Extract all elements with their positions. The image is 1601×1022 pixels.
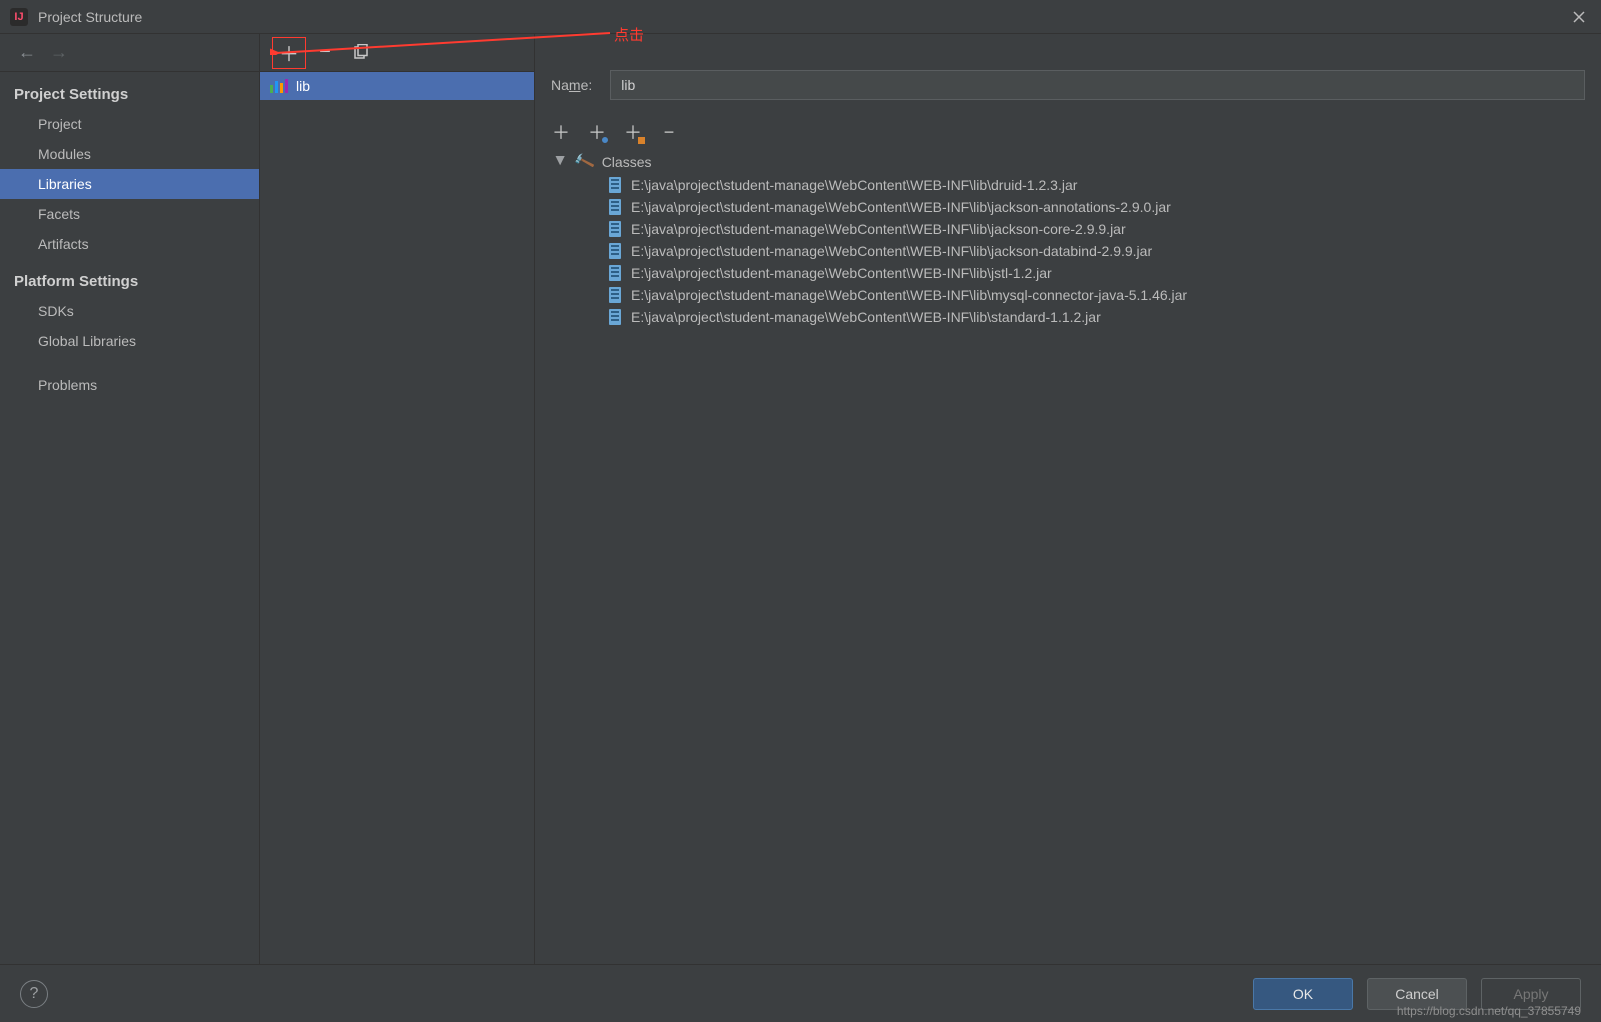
jar-path: E:\java\project\student-manage\WebConten… <box>631 309 1101 325</box>
name-label: Name: <box>551 77 592 93</box>
detail-toolbar: ＋ ＋ ＋ − <box>551 118 1585 150</box>
cancel-button[interactable]: Cancel <box>1367 978 1467 1010</box>
jar-item[interactable]: E:\java\project\student-manage\WebConten… <box>555 284 1585 306</box>
jar-path: E:\java\project\student-manage\WebConten… <box>631 221 1126 237</box>
name-row: Name: <box>551 70 1585 100</box>
jar-icon <box>609 287 621 303</box>
jar-icon <box>609 243 621 259</box>
jar-icon <box>609 199 621 215</box>
dialog-footer: ? OK Cancel Apply <box>0 964 1601 1022</box>
titlebar: IJ Project Structure <box>0 0 1601 34</box>
sidebar-item-sdks[interactable]: SDKs <box>0 296 259 326</box>
library-item-lib[interactable]: lib <box>260 72 534 100</box>
hammer-icon: 🔨 <box>572 150 596 173</box>
jar-item[interactable]: E:\java\project\student-manage\WebConten… <box>555 240 1585 262</box>
remove-item-button[interactable]: − <box>659 122 679 142</box>
jar-item[interactable]: E:\java\project\student-manage\WebConten… <box>555 306 1585 328</box>
sidebar-item-libraries[interactable]: Libraries <box>0 169 259 199</box>
back-icon[interactable]: ← <box>18 42 36 63</box>
jar-path: E:\java\project\student-manage\WebConten… <box>631 177 1077 193</box>
chevron-down-icon: ▶ <box>554 156 568 168</box>
library-tree: ▶ 🔨 Classes E:\java\project\student-mana… <box>551 150 1585 328</box>
apply-button[interactable]: Apply <box>1481 978 1581 1010</box>
jar-icon <box>609 221 621 237</box>
nav-history-arrows: ← → <box>0 34 259 72</box>
sidebar-item-project[interactable]: Project <box>0 109 259 139</box>
jar-item[interactable]: E:\java\project\student-manage\WebConten… <box>555 174 1585 196</box>
jar-item[interactable]: E:\java\project\student-manage\WebConten… <box>555 262 1585 284</box>
tree-node-label: Classes <box>602 154 652 170</box>
jar-path: E:\java\project\student-manage\WebConten… <box>631 287 1187 303</box>
sidebar-item-modules[interactable]: Modules <box>0 139 259 169</box>
close-icon[interactable] <box>1567 5 1591 29</box>
copy-library-button[interactable] <box>348 40 374 66</box>
remove-library-button[interactable]: − <box>312 40 338 66</box>
library-icon <box>270 79 288 93</box>
add-library-button[interactable]: ＋ <box>276 40 302 66</box>
section-title-platform-settings: Platform Settings <box>0 259 259 296</box>
library-list-toolbar: ＋ − <box>260 34 534 72</box>
library-list-panel: ＋ − lib <box>260 34 535 964</box>
jar-item[interactable]: E:\java\project\student-manage\WebConten… <box>555 196 1585 218</box>
name-input[interactable] <box>610 70 1585 100</box>
jar-icon <box>609 265 621 281</box>
jar-path: E:\java\project\student-manage\WebConten… <box>631 243 1152 259</box>
library-item-label: lib <box>296 78 310 94</box>
library-detail-panel: Name: ＋ ＋ ＋ − ▶ 🔨 Classes E:\java\projec… <box>535 34 1601 964</box>
jar-icon <box>609 309 621 325</box>
jar-path: E:\java\project\student-manage\WebConten… <box>631 199 1171 215</box>
jar-item[interactable]: E:\java\project\student-manage\WebConten… <box>555 218 1585 240</box>
window-title: Project Structure <box>38 9 142 25</box>
section-title-project-settings: Project Settings <box>0 72 259 109</box>
ok-button[interactable]: OK <box>1253 978 1353 1010</box>
add-item-button[interactable]: ＋ <box>551 122 571 142</box>
sidebar-item-artifacts[interactable]: Artifacts <box>0 229 259 259</box>
add-excluded-button[interactable]: ＋ <box>623 122 643 142</box>
sidebar-item-facets[interactable]: Facets <box>0 199 259 229</box>
help-button[interactable]: ? <box>20 980 48 1008</box>
jar-icon <box>609 177 621 193</box>
sidebar: ← → Project Settings Project Modules Lib… <box>0 34 260 964</box>
forward-icon[interactable]: → <box>50 42 68 63</box>
sidebar-item-global-libraries[interactable]: Global Libraries <box>0 326 259 356</box>
add-from-maven-button[interactable]: ＋ <box>587 122 607 142</box>
app-icon: IJ <box>10 8 28 26</box>
sidebar-item-problems[interactable]: Problems <box>0 370 259 400</box>
tree-node-classes[interactable]: ▶ 🔨 Classes <box>555 150 1585 174</box>
jar-path: E:\java\project\student-manage\WebConten… <box>631 265 1052 281</box>
